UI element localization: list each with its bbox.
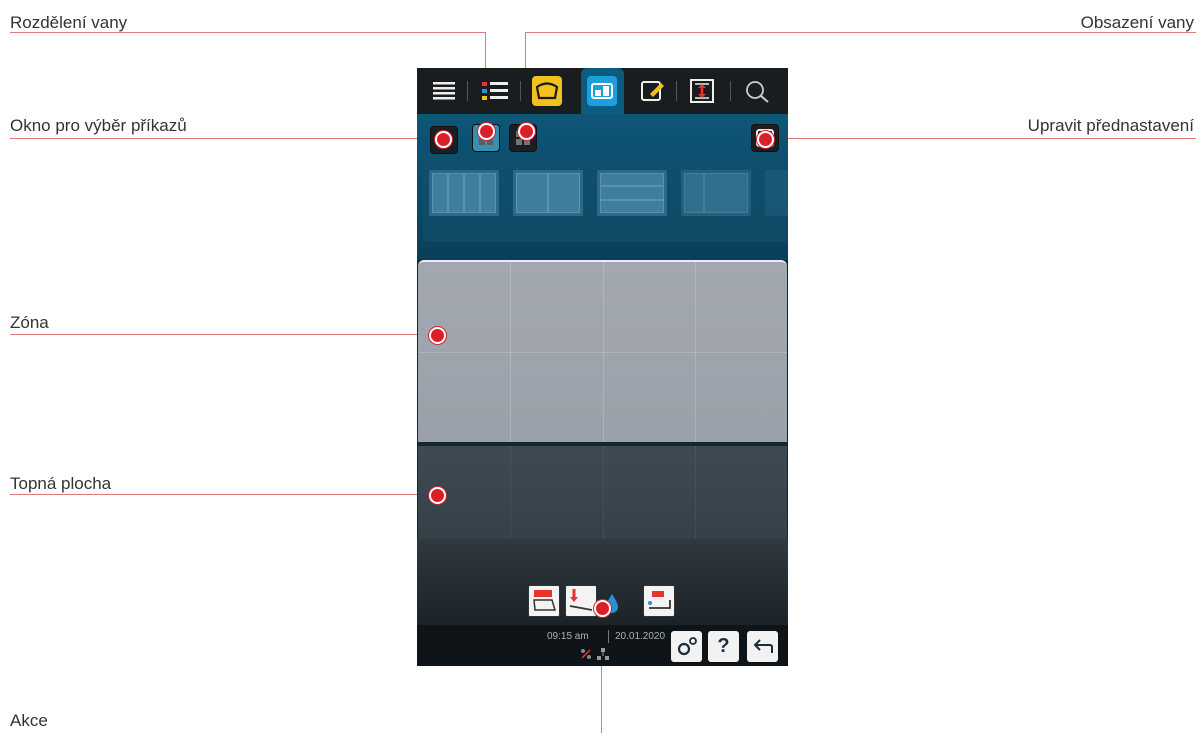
help-button[interactable]: ? bbox=[708, 631, 739, 662]
three-row-preset[interactable] bbox=[597, 170, 667, 216]
two-column-preset[interactable] bbox=[513, 170, 583, 216]
status-bar: 09:15 am 20.01.2020 ? bbox=[417, 625, 788, 666]
height-adjust-icon[interactable] bbox=[687, 76, 717, 106]
search-icon[interactable] bbox=[742, 76, 772, 106]
gears-icon bbox=[677, 636, 697, 655]
split-view-icon[interactable] bbox=[587, 76, 617, 106]
callout-rozdeleni-vany: Rozdělení vany bbox=[10, 13, 128, 32]
marker-okno bbox=[435, 131, 452, 148]
leader-topna-h bbox=[10, 494, 436, 495]
callout-zona: Zóna bbox=[10, 313, 49, 332]
nav-separator bbox=[676, 81, 677, 101]
list-filter-icon[interactable] bbox=[480, 76, 510, 106]
pan-icon[interactable] bbox=[532, 76, 562, 106]
marker-obsazeni bbox=[518, 123, 535, 140]
clock-time: 09:15 am bbox=[547, 631, 589, 642]
command-panel bbox=[417, 114, 788, 260]
marker-zona bbox=[429, 327, 446, 344]
callout-akce: Akce bbox=[10, 711, 48, 730]
leader-okno-h bbox=[10, 138, 442, 139]
auto-pan-icon[interactable] bbox=[528, 585, 560, 617]
callout-okno-prikazu: Okno pro výběr příkazů bbox=[10, 116, 187, 135]
marker-topna bbox=[429, 487, 446, 504]
fill-pan-icon[interactable] bbox=[643, 585, 675, 617]
menu-icon[interactable] bbox=[429, 76, 459, 106]
callout-obsazeni-vany: Obsazení vany bbox=[1080, 13, 1194, 32]
leader-zona-h bbox=[10, 334, 436, 335]
network-icon bbox=[597, 647, 609, 665]
clock-date: 20.01.2020 bbox=[615, 631, 666, 642]
tilt-pan-icon[interactable] bbox=[565, 585, 597, 617]
network-off-icon bbox=[580, 647, 592, 665]
back-arrow-icon bbox=[753, 638, 773, 653]
leader-rozdeleni-h bbox=[10, 32, 486, 33]
callout-upravit-prednastaveni: Upravit přednastavení bbox=[1027, 116, 1194, 135]
marker-upravit bbox=[757, 131, 774, 148]
edit-note-icon[interactable] bbox=[638, 76, 668, 106]
status-separator bbox=[608, 630, 609, 643]
two-column-preset-alt[interactable] bbox=[681, 170, 751, 216]
preset-strip bbox=[423, 156, 788, 242]
leader-upravit-h bbox=[764, 138, 1196, 139]
top-navigation bbox=[417, 68, 788, 114]
back-button[interactable] bbox=[747, 631, 778, 662]
settings-button[interactable] bbox=[671, 631, 702, 662]
callout-topna-plocha: Topná plocha bbox=[10, 474, 112, 493]
nav-separator bbox=[730, 81, 731, 101]
four-column-preset[interactable] bbox=[429, 170, 499, 216]
marker-akce bbox=[594, 600, 611, 617]
leader-obsazeni-h bbox=[525, 32, 1196, 33]
preset-partial bbox=[765, 170, 788, 216]
pan-zone[interactable] bbox=[418, 260, 787, 442]
device-screen: 09:15 am 20.01.2020 ? bbox=[417, 68, 788, 666]
heating-surface bbox=[418, 446, 787, 539]
nav-separator bbox=[520, 81, 521, 101]
marker-rozdeleni bbox=[478, 123, 495, 140]
nav-separator bbox=[467, 81, 468, 101]
